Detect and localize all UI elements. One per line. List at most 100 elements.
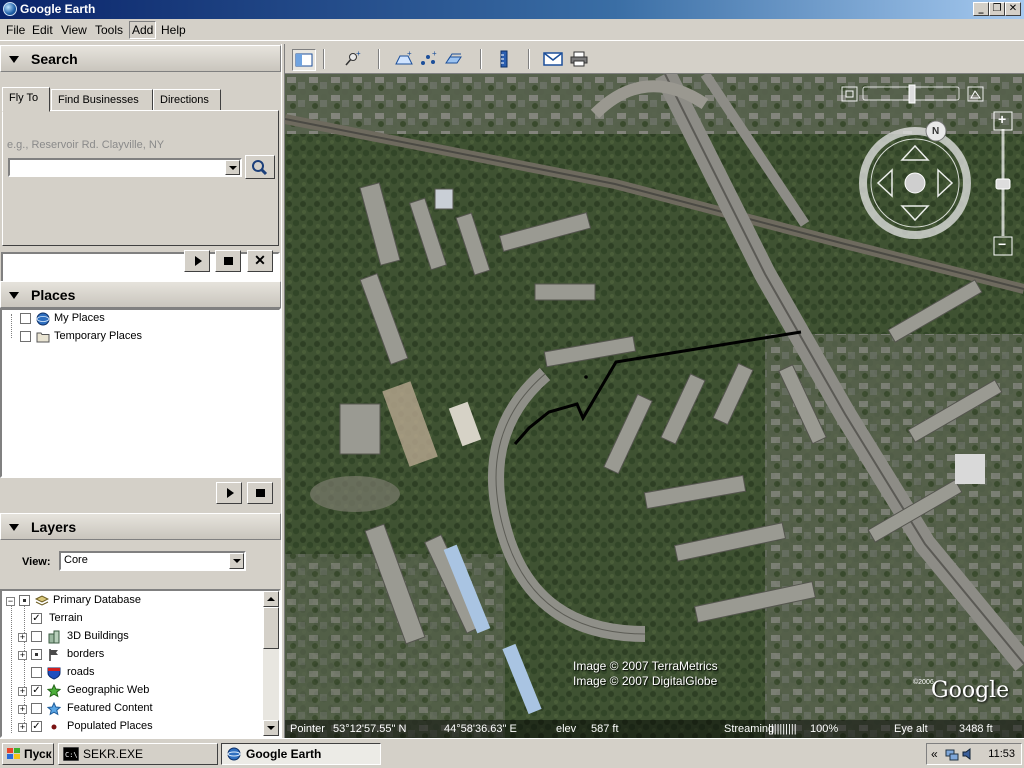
maximize-button[interactable]: ❐	[989, 2, 1005, 16]
ruler-button[interactable]	[493, 49, 517, 71]
map-toolbar: + + +	[285, 44, 1024, 74]
checkbox[interactable]: ✓	[31, 721, 42, 732]
checkbox[interactable]	[20, 313, 31, 324]
add-image-overlay-button[interactable]	[443, 49, 467, 71]
dot-icon	[51, 724, 57, 730]
menu-edit[interactable]: Edit	[32, 23, 53, 37]
layer-geographic-web[interactable]: + ✓ Geographic Web	[2, 682, 279, 700]
layer-featured-content[interactable]: + Featured Content	[2, 700, 279, 718]
elevation-value: 587 ft	[591, 723, 619, 735]
magnifier-icon	[252, 160, 268, 176]
places-item-temporary[interactable]: Temporary Places	[2, 328, 279, 346]
fly-to-input[interactable]	[8, 158, 242, 177]
taskbar-item-google-earth[interactable]: Google Earth	[221, 743, 381, 765]
window-title: Google Earth	[20, 2, 96, 16]
console-icon: C:\	[63, 747, 79, 761]
zoom-out-button[interactable]: −	[998, 236, 1006, 252]
polygon-icon: +	[395, 49, 413, 65]
scroll-up-button[interactable]	[263, 591, 279, 607]
path-icon: +	[421, 49, 437, 65]
menu-view[interactable]: View	[61, 23, 87, 37]
clear-results-button[interactable]: ✕	[247, 250, 273, 272]
ruler-icon	[500, 50, 508, 68]
places-panel-header[interactable]: Places	[0, 281, 281, 308]
play-tour-button[interactable]	[184, 250, 210, 272]
map-view[interactable]: N + − Image © 2007 TerraMetrics Image © …	[285, 74, 1024, 738]
zoom-in-button[interactable]: +	[998, 111, 1006, 127]
layer-label: Geographic Web	[67, 684, 150, 696]
checkbox[interactable]	[31, 631, 42, 642]
layer-primary-database[interactable]: − Primary Database	[2, 592, 279, 610]
checkbox[interactable]: ✓	[31, 613, 42, 624]
checkbox[interactable]	[31, 667, 42, 678]
email-icon	[543, 52, 563, 66]
scroll-thumb[interactable]	[263, 607, 279, 649]
scroll-down-button[interactable]	[263, 720, 279, 736]
expand-toggle-icon[interactable]: +	[18, 705, 27, 714]
add-placemark-button[interactable]: +	[341, 49, 365, 71]
start-label: Пуск	[24, 747, 52, 761]
menu-add[interactable]: Add	[129, 21, 157, 39]
layers-scrollbar[interactable]	[263, 591, 279, 736]
add-path-button[interactable]: +	[418, 49, 442, 71]
places-item-my-places[interactable]: My Places	[2, 310, 279, 328]
layer-roads[interactable]: roads	[2, 664, 279, 682]
tab-directions[interactable]: Directions	[153, 89, 221, 111]
expand-toggle-icon[interactable]: +	[18, 687, 27, 696]
add-polygon-button[interactable]: +	[393, 49, 417, 71]
layers-panel-header[interactable]: Layers	[0, 513, 281, 540]
view-select[interactable]: Core	[59, 551, 246, 571]
menu-tools[interactable]: Tools	[95, 23, 123, 37]
stop-tour-button[interactable]	[215, 250, 241, 272]
play-places-button[interactable]	[216, 482, 242, 504]
checkbox[interactable]	[31, 703, 42, 714]
menu-help[interactable]: Help	[161, 23, 186, 37]
email-button[interactable]	[542, 49, 566, 71]
layer-label: Primary Database	[53, 594, 142, 606]
tab-find-businesses-label: Find Businesses	[58, 94, 139, 106]
checkbox[interactable]	[31, 649, 42, 660]
search-panel-title: Search	[31, 51, 78, 67]
menu-file[interactable]: File	[6, 23, 25, 37]
checkbox[interactable]	[19, 595, 30, 606]
checkbox[interactable]	[20, 331, 31, 342]
speaker-icon[interactable]	[961, 747, 975, 761]
layers-view-row: View: Core	[0, 548, 281, 578]
taskbar-item-label: SEKR.EXE	[83, 747, 144, 761]
streaming-bars: ||||||||||	[768, 723, 797, 735]
expand-toggle-icon[interactable]: +	[18, 633, 27, 642]
layer-populated-places[interactable]: + ✓ Populated Places	[2, 718, 279, 736]
layer-label: Populated Places	[67, 720, 153, 732]
places-item-label: Temporary Places	[54, 330, 143, 342]
collapse-toggle-icon[interactable]: −	[6, 597, 15, 606]
tab-fly-to-label: Fly To	[9, 92, 39, 104]
layer-3d-buildings[interactable]: + 3D Buildings	[2, 628, 279, 646]
layer-borders[interactable]: + borders	[2, 646, 279, 664]
dropdown-arrow-icon[interactable]	[229, 553, 244, 569]
tray-expand-button[interactable]: «	[931, 747, 938, 761]
print-button[interactable]	[568, 49, 592, 71]
search-button[interactable]	[245, 155, 275, 179]
layer-terrain[interactable]: ✓ Terrain	[2, 610, 279, 628]
dropdown-arrow-icon[interactable]	[225, 160, 240, 175]
toggle-sidebar-button[interactable]	[292, 49, 316, 71]
expand-toggle-icon[interactable]: +	[18, 651, 27, 660]
network-icon[interactable]	[945, 747, 959, 761]
flag-icon	[49, 649, 58, 661]
checkbox[interactable]: ✓	[31, 685, 42, 696]
image-overlay-icon	[445, 53, 462, 64]
start-button[interactable]: Пуск	[2, 743, 54, 765]
taskbar-item-sekr[interactable]: C:\ SEKR.EXE	[58, 743, 218, 765]
minimize-button[interactable]: _	[973, 2, 989, 16]
tab-find-businesses[interactable]: Find Businesses	[51, 89, 153, 111]
imagery-credit-digitalglobe: Image © 2007 DigitalGlobe	[573, 674, 718, 688]
star-icon	[47, 684, 61, 698]
stop-places-button[interactable]	[247, 482, 273, 504]
search-panel-header[interactable]: Search	[0, 45, 281, 72]
tab-fly-to[interactable]: Fly To	[2, 87, 50, 112]
menu-bar: File Edit View Tools Add Help	[0, 19, 1024, 41]
google-earth-icon	[3, 2, 17, 16]
close-window-button[interactable]: ✕	[1005, 2, 1021, 16]
pointer-latitude: 53°12'57.55" N	[333, 723, 407, 735]
expand-toggle-icon[interactable]: +	[18, 723, 27, 732]
